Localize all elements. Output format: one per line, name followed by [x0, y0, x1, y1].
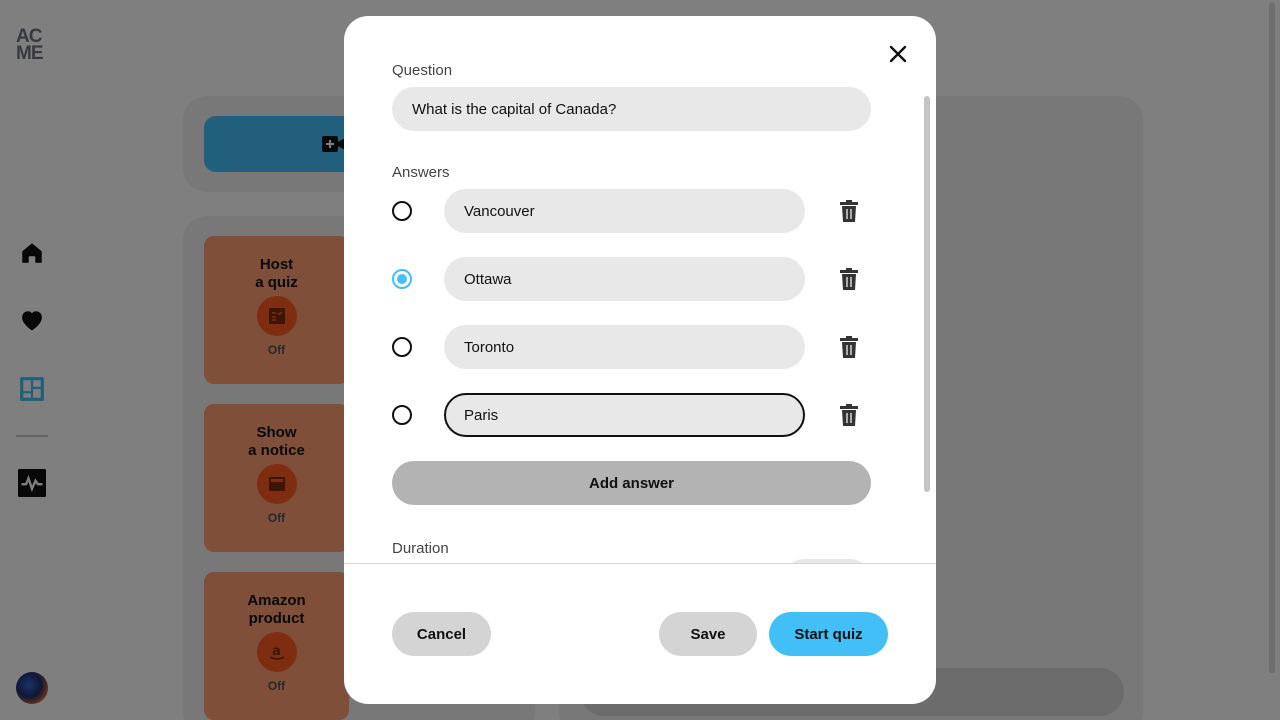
answers-label: Answers	[392, 164, 450, 181]
question-input-value: What is the capital of Canada?	[412, 100, 617, 118]
answer-input-ottawa[interactable]: Ottawa	[444, 257, 805, 301]
footer-divider	[344, 563, 936, 564]
answer-input-toronto[interactable]: Toronto	[444, 325, 805, 369]
answer-text: Vancouver	[464, 202, 535, 220]
answer-input-paris[interactable]: Paris	[444, 393, 805, 437]
answer-radio-vancouver[interactable]	[392, 201, 412, 221]
delete-answer-toronto-icon[interactable]	[837, 335, 861, 359]
page-scrollbar[interactable]	[1269, 2, 1275, 673]
answer-radio-ottawa[interactable]	[392, 269, 412, 289]
answer-input-vancouver[interactable]: Vancouver	[444, 189, 805, 233]
modal-body: Question What is the capital of Canada? …	[344, 16, 936, 563]
add-answer-button[interactable]: Add answer	[392, 461, 871, 505]
delete-answer-ottawa-icon[interactable]	[837, 267, 861, 291]
save-button[interactable]: Save	[659, 612, 757, 656]
answer-text: Ottawa	[464, 270, 512, 288]
answer-radio-toronto[interactable]	[392, 337, 412, 357]
answer-radio-paris[interactable]	[392, 405, 412, 425]
close-icon[interactable]	[882, 38, 914, 70]
start-quiz-button[interactable]: Start quiz	[769, 612, 888, 656]
delete-answer-paris-icon[interactable]	[837, 403, 861, 427]
delete-answer-vancouver-icon[interactable]	[837, 199, 861, 223]
cancel-button[interactable]: Cancel	[392, 612, 491, 656]
modal-scrollbar[interactable]	[924, 96, 930, 492]
answer-text: Paris	[464, 406, 499, 424]
duration-label: Duration	[392, 540, 449, 557]
answer-text: Toronto	[464, 338, 515, 356]
quiz-modal: Question What is the capital of Canada? …	[344, 16, 936, 704]
question-label: Question	[392, 62, 453, 79]
question-input[interactable]: What is the capital of Canada?	[392, 87, 871, 131]
